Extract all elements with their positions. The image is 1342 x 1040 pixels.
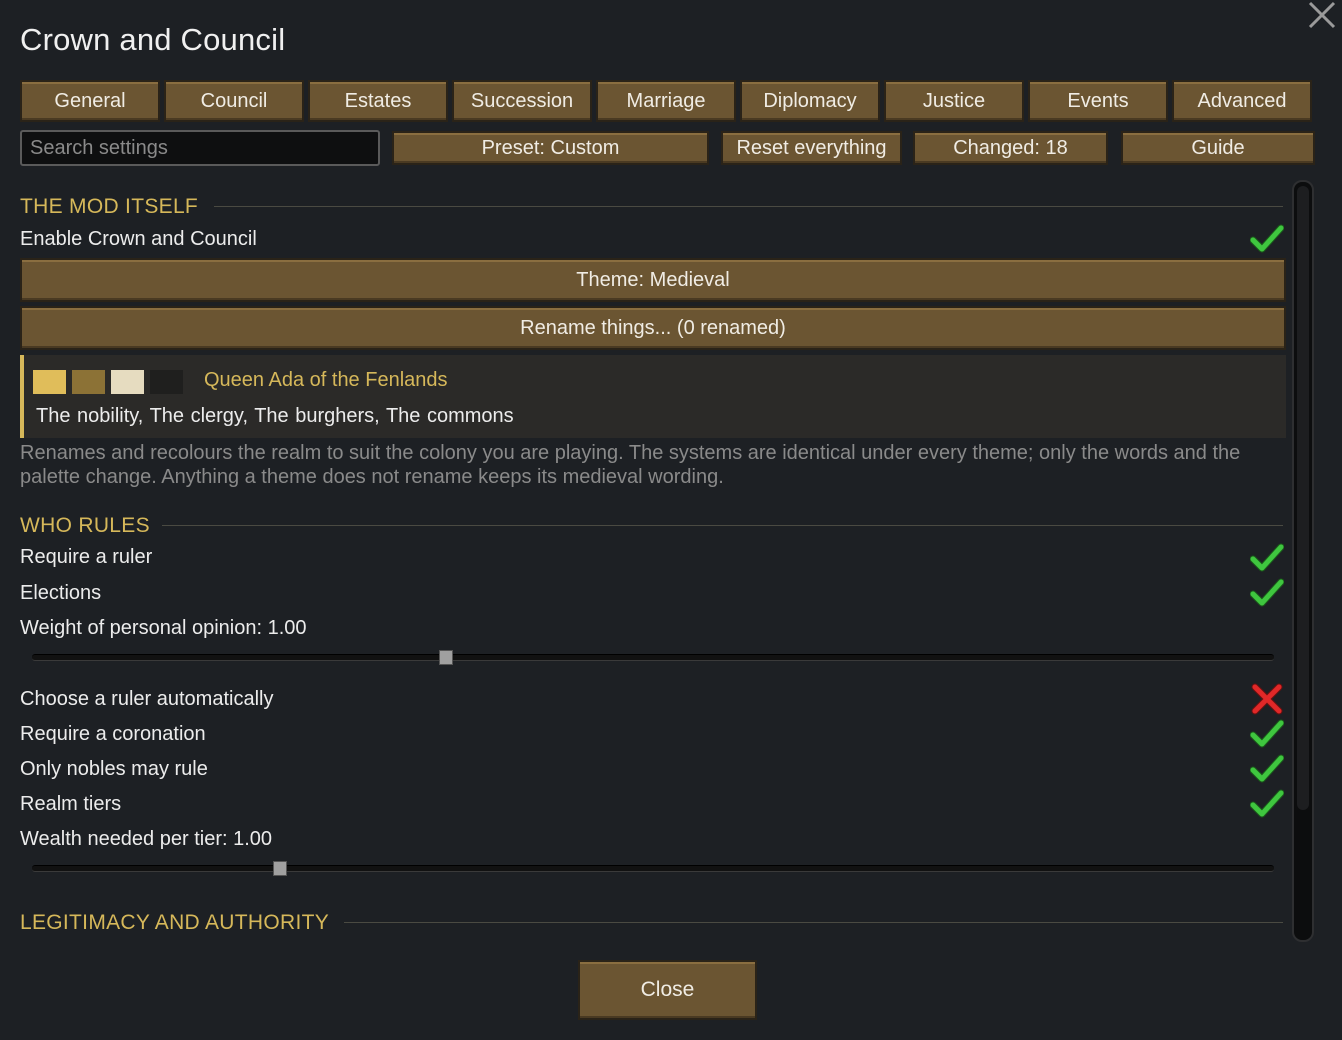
- tab-succession[interactable]: Succession: [452, 80, 592, 122]
- tab-marriage[interactable]: Marriage: [596, 80, 736, 122]
- wealth-per-tier-slider[interactable]: [32, 865, 1274, 872]
- tab-estates[interactable]: Estates: [308, 80, 448, 122]
- tab-council[interactable]: Council: [164, 80, 304, 122]
- slider-thumb[interactable]: [439, 650, 453, 665]
- preset-button[interactable]: Preset: Custom: [392, 131, 709, 165]
- section-divider: [344, 922, 1283, 923]
- color-swatch-secondary: [72, 370, 105, 394]
- section-divider: [214, 206, 1283, 207]
- section-divider: [162, 525, 1283, 526]
- tab-justice[interactable]: Justice: [884, 80, 1024, 122]
- scrollbar[interactable]: [1292, 180, 1314, 942]
- tab-advanced[interactable]: Advanced: [1172, 80, 1312, 122]
- require-ruler-label: Require a ruler: [20, 546, 153, 568]
- theme-preview: Queen Ada of the Fenlands The nobility, …: [20, 355, 1286, 438]
- opinion-weight-label: Weight of personal opinion: 1.00: [20, 617, 307, 639]
- slider-thumb[interactable]: [273, 861, 287, 876]
- reset-everything-button[interactable]: Reset everything: [721, 131, 902, 165]
- realm-tiers-label: Realm tiers: [20, 793, 122, 815]
- color-swatch-primary: [33, 370, 66, 394]
- estate-name: The nobility,: [36, 405, 144, 427]
- tab-general[interactable]: General: [20, 80, 160, 122]
- theme-description: Renames and recolours the realm to suit …: [20, 442, 1241, 488]
- opinion-weight-slider[interactable]: [32, 654, 1274, 661]
- wealth-per-tier-label: Wealth needed per tier: 1.00: [20, 828, 273, 850]
- cross-icon[interactable]: [1250, 682, 1284, 716]
- color-swatch-light: [111, 370, 144, 394]
- estate-name: The commons: [385, 405, 514, 427]
- rename-things-button[interactable]: Rename things... (0 renamed): [20, 306, 1286, 350]
- estate-name: The clergy,: [149, 405, 249, 427]
- check-icon[interactable]: [1250, 752, 1284, 786]
- theme-estates-list: The nobility, The clergy, The burghers, …: [36, 405, 514, 428]
- window-title: Crown and Council: [20, 22, 286, 57]
- scrollbar-thumb[interactable]: [1297, 186, 1309, 810]
- guide-button[interactable]: Guide: [1121, 131, 1315, 165]
- coronation-label: Require a coronation: [20, 723, 206, 745]
- section-title-who-rules: WHO RULES: [20, 514, 150, 537]
- section-title-mod: THE MOD ITSELF: [20, 195, 199, 218]
- check-icon[interactable]: [1250, 541, 1284, 575]
- search-input[interactable]: [20, 130, 380, 166]
- check-icon[interactable]: [1250, 787, 1284, 821]
- section-title-legitimacy: LEGITIMACY AND AUTHORITY: [20, 911, 330, 934]
- estate-name: The burghers,: [254, 405, 380, 427]
- close-x-icon[interactable]: [1306, 0, 1338, 30]
- nobles-only-label: Only nobles may rule: [20, 758, 208, 780]
- auto-ruler-label: Choose a ruler automatically: [20, 688, 274, 710]
- close-button[interactable]: Close: [578, 960, 757, 1020]
- color-swatch-dark: [150, 370, 183, 394]
- enable-mod-label: Enable Crown and Council: [20, 228, 257, 250]
- changed-count-button[interactable]: Changed: 18: [913, 131, 1108, 165]
- tab-events[interactable]: Events: [1028, 80, 1168, 122]
- check-icon[interactable]: [1250, 576, 1284, 610]
- elections-label: Elections: [20, 582, 102, 604]
- theme-button[interactable]: Theme: Medieval: [20, 258, 1286, 302]
- tab-diplomacy[interactable]: Diplomacy: [740, 80, 880, 122]
- theme-ruler-name: Queen Ada of the Fenlands: [204, 369, 448, 391]
- check-icon[interactable]: [1250, 717, 1284, 751]
- check-icon[interactable]: [1250, 222, 1284, 256]
